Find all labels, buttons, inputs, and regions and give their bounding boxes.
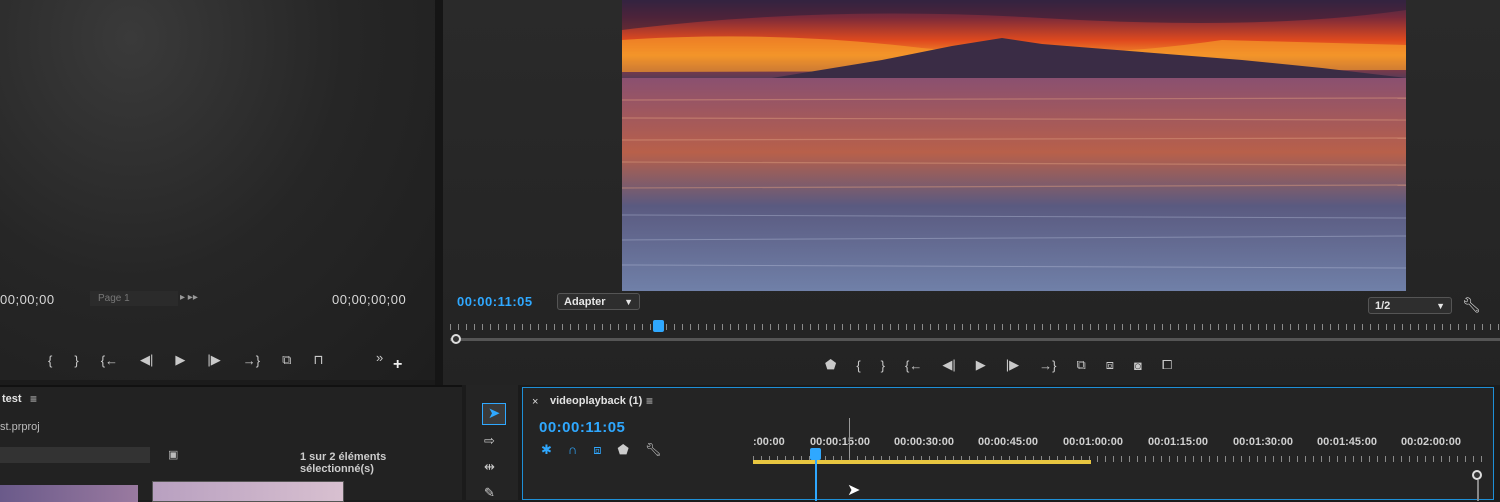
compare-icon[interactable]: ⧠ [1162, 357, 1172, 373]
program-transport-controls: ⬟ { } {← ◀| ▶ |▶ →} ⧉ ⧈ ◙ ⧠ [825, 357, 1172, 373]
project-panel: test ≡ st.prproj ▣ 1 sur 2 éléments séle… [0, 385, 462, 502]
panel-menu-icon[interactable]: ≡ [646, 394, 653, 408]
go-to-out-icon[interactable]: →} [243, 353, 260, 368]
page-nav-icon[interactable]: ▸ ▸▸ [180, 292, 198, 303]
clip-thumbnail[interactable] [0, 485, 138, 502]
project-file-name: st.prproj [0, 421, 40, 433]
mark-in-icon[interactable]: { [48, 353, 52, 368]
zoom-handle[interactable] [451, 334, 461, 344]
mark-out-icon[interactable]: } [881, 358, 885, 373]
resolution-select[interactable]: 1/2 ▼ [1368, 297, 1452, 314]
new-bin-icon[interactable]: ▣ [168, 448, 178, 461]
timeline-marker-line [849, 418, 850, 458]
tools-panel: ➤ ⇨ ⇹ ✎ [466, 385, 518, 500]
fit-select-value: Adapter [564, 295, 606, 308]
step-back-icon[interactable]: ◀| [942, 357, 955, 373]
ruler-label: 00:01:45:00 [1317, 436, 1377, 448]
camera-icon[interactable]: ◙ [1134, 358, 1142, 373]
wrench-icon[interactable]: 🔧︎ [645, 442, 662, 458]
add-marker-icon[interactable]: ⬟ [825, 357, 836, 373]
program-time-ruler[interactable] [450, 324, 1500, 330]
program-timecode[interactable]: 00:00:11:05 [457, 294, 533, 309]
play-icon[interactable]: ▶ [175, 352, 185, 368]
source-monitor: 00;00;00 Page 1 ▸ ▸▸ 00;00;00;00 { } {← … [0, 0, 435, 380]
timeline-panel: × videoplayback (1) ≡ 00:00:11:05 ✱ ∩ ⧈ … [522, 387, 1494, 501]
ruler-label: 00:00:30:00 [894, 436, 954, 448]
go-to-in-icon[interactable]: {← [905, 358, 922, 373]
panel-divider[interactable] [435, 0, 443, 385]
ruler-label: :00:00 [753, 436, 785, 448]
ruler-label: 00:02:00:00 [1401, 436, 1461, 448]
close-icon[interactable]: × [532, 396, 538, 408]
program-scrub-bar[interactable] [450, 338, 1500, 341]
step-back-icon[interactable]: ◀| [140, 352, 153, 368]
page-selector[interactable]: Page 1 [90, 291, 178, 306]
step-forward-icon[interactable]: |▶ [207, 352, 220, 368]
chevron-down-icon: ▼ [624, 296, 633, 307]
lift-icon[interactable]: ⧉ [1076, 357, 1085, 373]
track-select-tool-icon[interactable]: ⇨ [484, 433, 495, 449]
source-transport-controls: { } {← ◀| ▶ |▶ →} ⧉ ⊓ [48, 352, 324, 368]
wrench-icon[interactable]: 🔧︎ [1462, 296, 1481, 314]
selection-status: 1 sur 2 éléments sélectionné(s) [300, 451, 387, 475]
overwrite-icon[interactable]: ⊓ [313, 352, 323, 368]
timeline-playhead-head[interactable] [810, 448, 821, 460]
go-to-in-icon[interactable]: {← [101, 353, 118, 368]
snap-icon[interactable]: ∩ [568, 442, 577, 458]
mark-out-icon[interactable]: } [74, 353, 78, 368]
chevron-down-icon: ▼ [1436, 300, 1445, 311]
page-label: Page 1 [98, 293, 130, 304]
go-to-out-icon[interactable]: →} [1039, 358, 1056, 373]
mark-in-icon[interactable]: { [856, 358, 860, 373]
panel-menu-icon[interactable]: ≡ [30, 392, 37, 406]
ripple-edit-tool-icon[interactable]: ⇹ [484, 459, 495, 475]
program-playhead[interactable] [653, 320, 664, 332]
step-forward-icon[interactable]: |▶ [1006, 357, 1019, 373]
source-timecode-out: 00;00;00;00 [332, 292, 407, 307]
mouse-cursor-icon: ➤ [847, 482, 861, 499]
source-timecode-in: 00;00;00 [0, 292, 55, 307]
ruler-label: 00:01:15:00 [1148, 436, 1208, 448]
add-button-icon[interactable]: + [393, 356, 402, 374]
video-preview [622, 0, 1406, 291]
timeline-zoom-handle[interactable] [1472, 470, 1482, 480]
project-tab-title[interactable]: test [2, 393, 22, 405]
ruler-label: 00:00:15:00 [810, 436, 870, 448]
timeline-scrollbar[interactable] [1477, 480, 1479, 501]
ruler-label: 00:00:45:00 [978, 436, 1038, 448]
play-icon[interactable]: ▶ [976, 357, 986, 373]
work-area-bar[interactable] [753, 460, 1091, 464]
insert-icon[interactable]: ⧉ [282, 352, 291, 368]
more-controls-icon[interactable]: » [376, 350, 383, 365]
timeline-playhead-line [815, 460, 817, 501]
ruler-label: 00:01:30:00 [1233, 436, 1293, 448]
clip-thumbnail[interactable] [152, 481, 344, 502]
nest-sequence-icon[interactable]: ✱ [541, 442, 552, 458]
timeline-tab-title[interactable]: videoplayback (1) [550, 395, 642, 407]
extract-icon[interactable]: ⧈ [1106, 357, 1114, 373]
selection-tool-icon[interactable]: ➤ [482, 403, 506, 425]
razor-tool-icon[interactable]: ✎ [484, 485, 495, 501]
project-search-input[interactable] [0, 447, 150, 463]
timeline-toolbar: ✱ ∩ ⧈ ⬟ 🔧︎ [541, 442, 661, 458]
linked-selection-icon[interactable]: ⧈ [593, 442, 601, 458]
timeline-timecode[interactable]: 00:00:11:05 [539, 419, 625, 436]
fit-select[interactable]: Adapter ▼ [557, 293, 640, 310]
ruler-label: 00:01:00:00 [1063, 436, 1123, 448]
resolution-select-value: 1/2 [1375, 299, 1391, 312]
add-marker-icon[interactable]: ⬟ [618, 442, 629, 458]
